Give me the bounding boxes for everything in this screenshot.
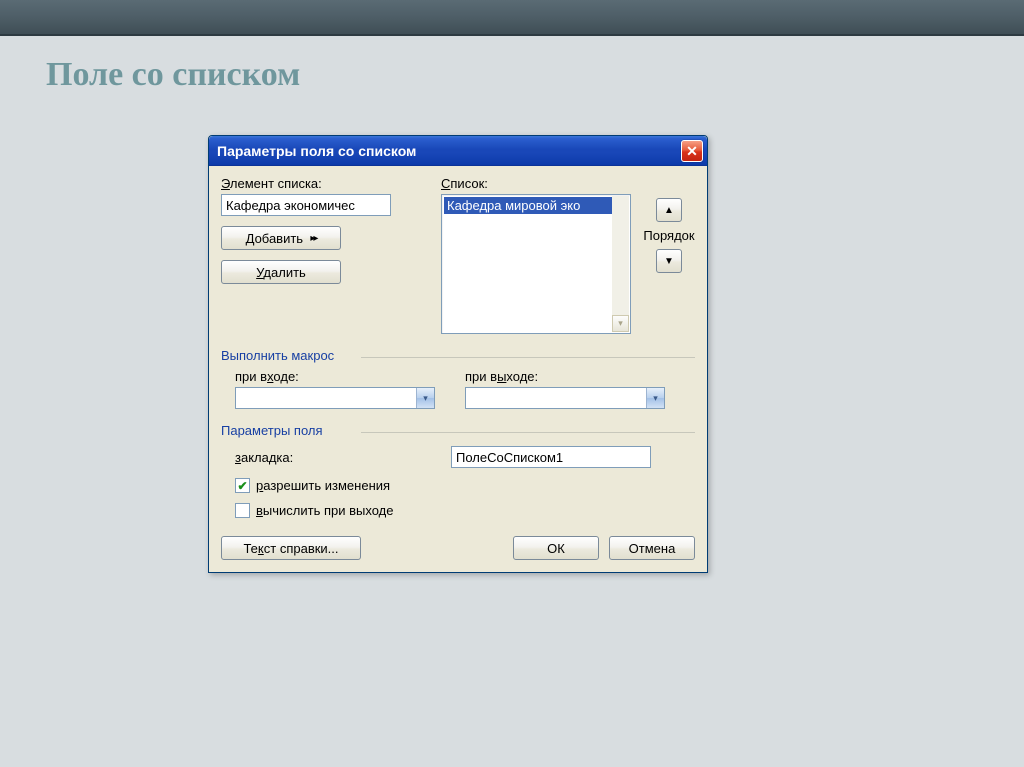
element-label: Элемент списка:	[221, 176, 441, 191]
allow-changes-checkbox[interactable]: ✔	[235, 478, 250, 493]
help-text-button[interactable]: Текст справки...	[221, 536, 361, 560]
help-text-label: Текст справки...	[243, 541, 338, 556]
allow-changes-label: разрешить изменения	[256, 478, 390, 493]
chevron-down-icon: ▾	[618, 318, 623, 329]
cancel-label: Отмена	[629, 541, 676, 556]
bookmark-value: ПолеСоСписком1	[456, 450, 563, 465]
on-exit-combo[interactable]: ▾	[465, 387, 665, 409]
on-exit-value	[466, 388, 646, 408]
order-label: Порядок	[643, 228, 694, 243]
ok-button[interactable]: ОК	[513, 536, 599, 560]
chevron-down-icon: ▾	[423, 393, 428, 404]
listbox[interactable]: Кафедра мировой эко ▾	[441, 194, 631, 334]
delete-button[interactable]: Удалить	[221, 260, 341, 284]
on-exit-dropdown-button[interactable]: ▾	[646, 388, 664, 408]
scroll-down-button[interactable]: ▾	[612, 315, 629, 332]
calc-on-exit-label: вычислить при выходе	[256, 503, 393, 518]
listbox-item-selected[interactable]: Кафедра мировой эко	[444, 197, 628, 214]
ok-label: ОК	[547, 541, 565, 556]
on-enter-dropdown-button[interactable]: ▾	[416, 388, 434, 408]
add-button-label: Добавить	[246, 231, 311, 246]
field-params-group-label: Параметры поля	[221, 423, 695, 438]
macro-group-label: Выполнить макрос	[221, 348, 695, 363]
page-title: Поле со списком	[0, 36, 1024, 94]
listbox-scrollbar[interactable]: ▾	[612, 196, 629, 332]
move-up-button[interactable]: ▲	[656, 198, 682, 222]
arrow-up-icon: ▲	[664, 205, 674, 216]
bookmark-input[interactable]: ПолеСоСписком1	[451, 446, 651, 468]
titlebar[interactable]: Параметры поля со списком ✕	[209, 136, 707, 166]
on-exit-label: при выходе:	[465, 369, 665, 384]
titlebar-text: Параметры поля со списком	[217, 143, 681, 159]
on-enter-combo[interactable]: ▾	[235, 387, 435, 409]
list-label: Список:	[441, 176, 631, 191]
on-enter-label: при входе:	[235, 369, 435, 384]
arrow-down-icon: ▼	[664, 256, 674, 267]
dropdown-field-options-dialog: Параметры поля со списком ✕ Элемент спис…	[208, 135, 708, 573]
close-icon: ✕	[686, 143, 698, 160]
add-arrows-icon: ▸▸	[310, 233, 316, 244]
element-input-text: Кафедра экономичес	[226, 198, 355, 213]
element-input[interactable]: Кафедра экономичес	[221, 194, 391, 216]
calc-on-exit-checkbox[interactable]	[235, 503, 250, 518]
on-enter-value	[236, 388, 416, 408]
delete-button-label: Удалить	[256, 265, 306, 280]
dialog-body: Элемент списка: Кафедра экономичес Добав…	[209, 166, 707, 572]
check-icon: ✔	[237, 479, 247, 493]
presentation-topbar	[0, 0, 1024, 36]
bookmark-label: закладка:	[235, 450, 435, 465]
chevron-down-icon: ▾	[653, 393, 658, 404]
cancel-button[interactable]: Отмена	[609, 536, 695, 560]
add-button[interactable]: Добавить ▸▸	[221, 226, 341, 250]
close-button[interactable]: ✕	[681, 140, 703, 162]
move-down-button[interactable]: ▼	[656, 249, 682, 273]
